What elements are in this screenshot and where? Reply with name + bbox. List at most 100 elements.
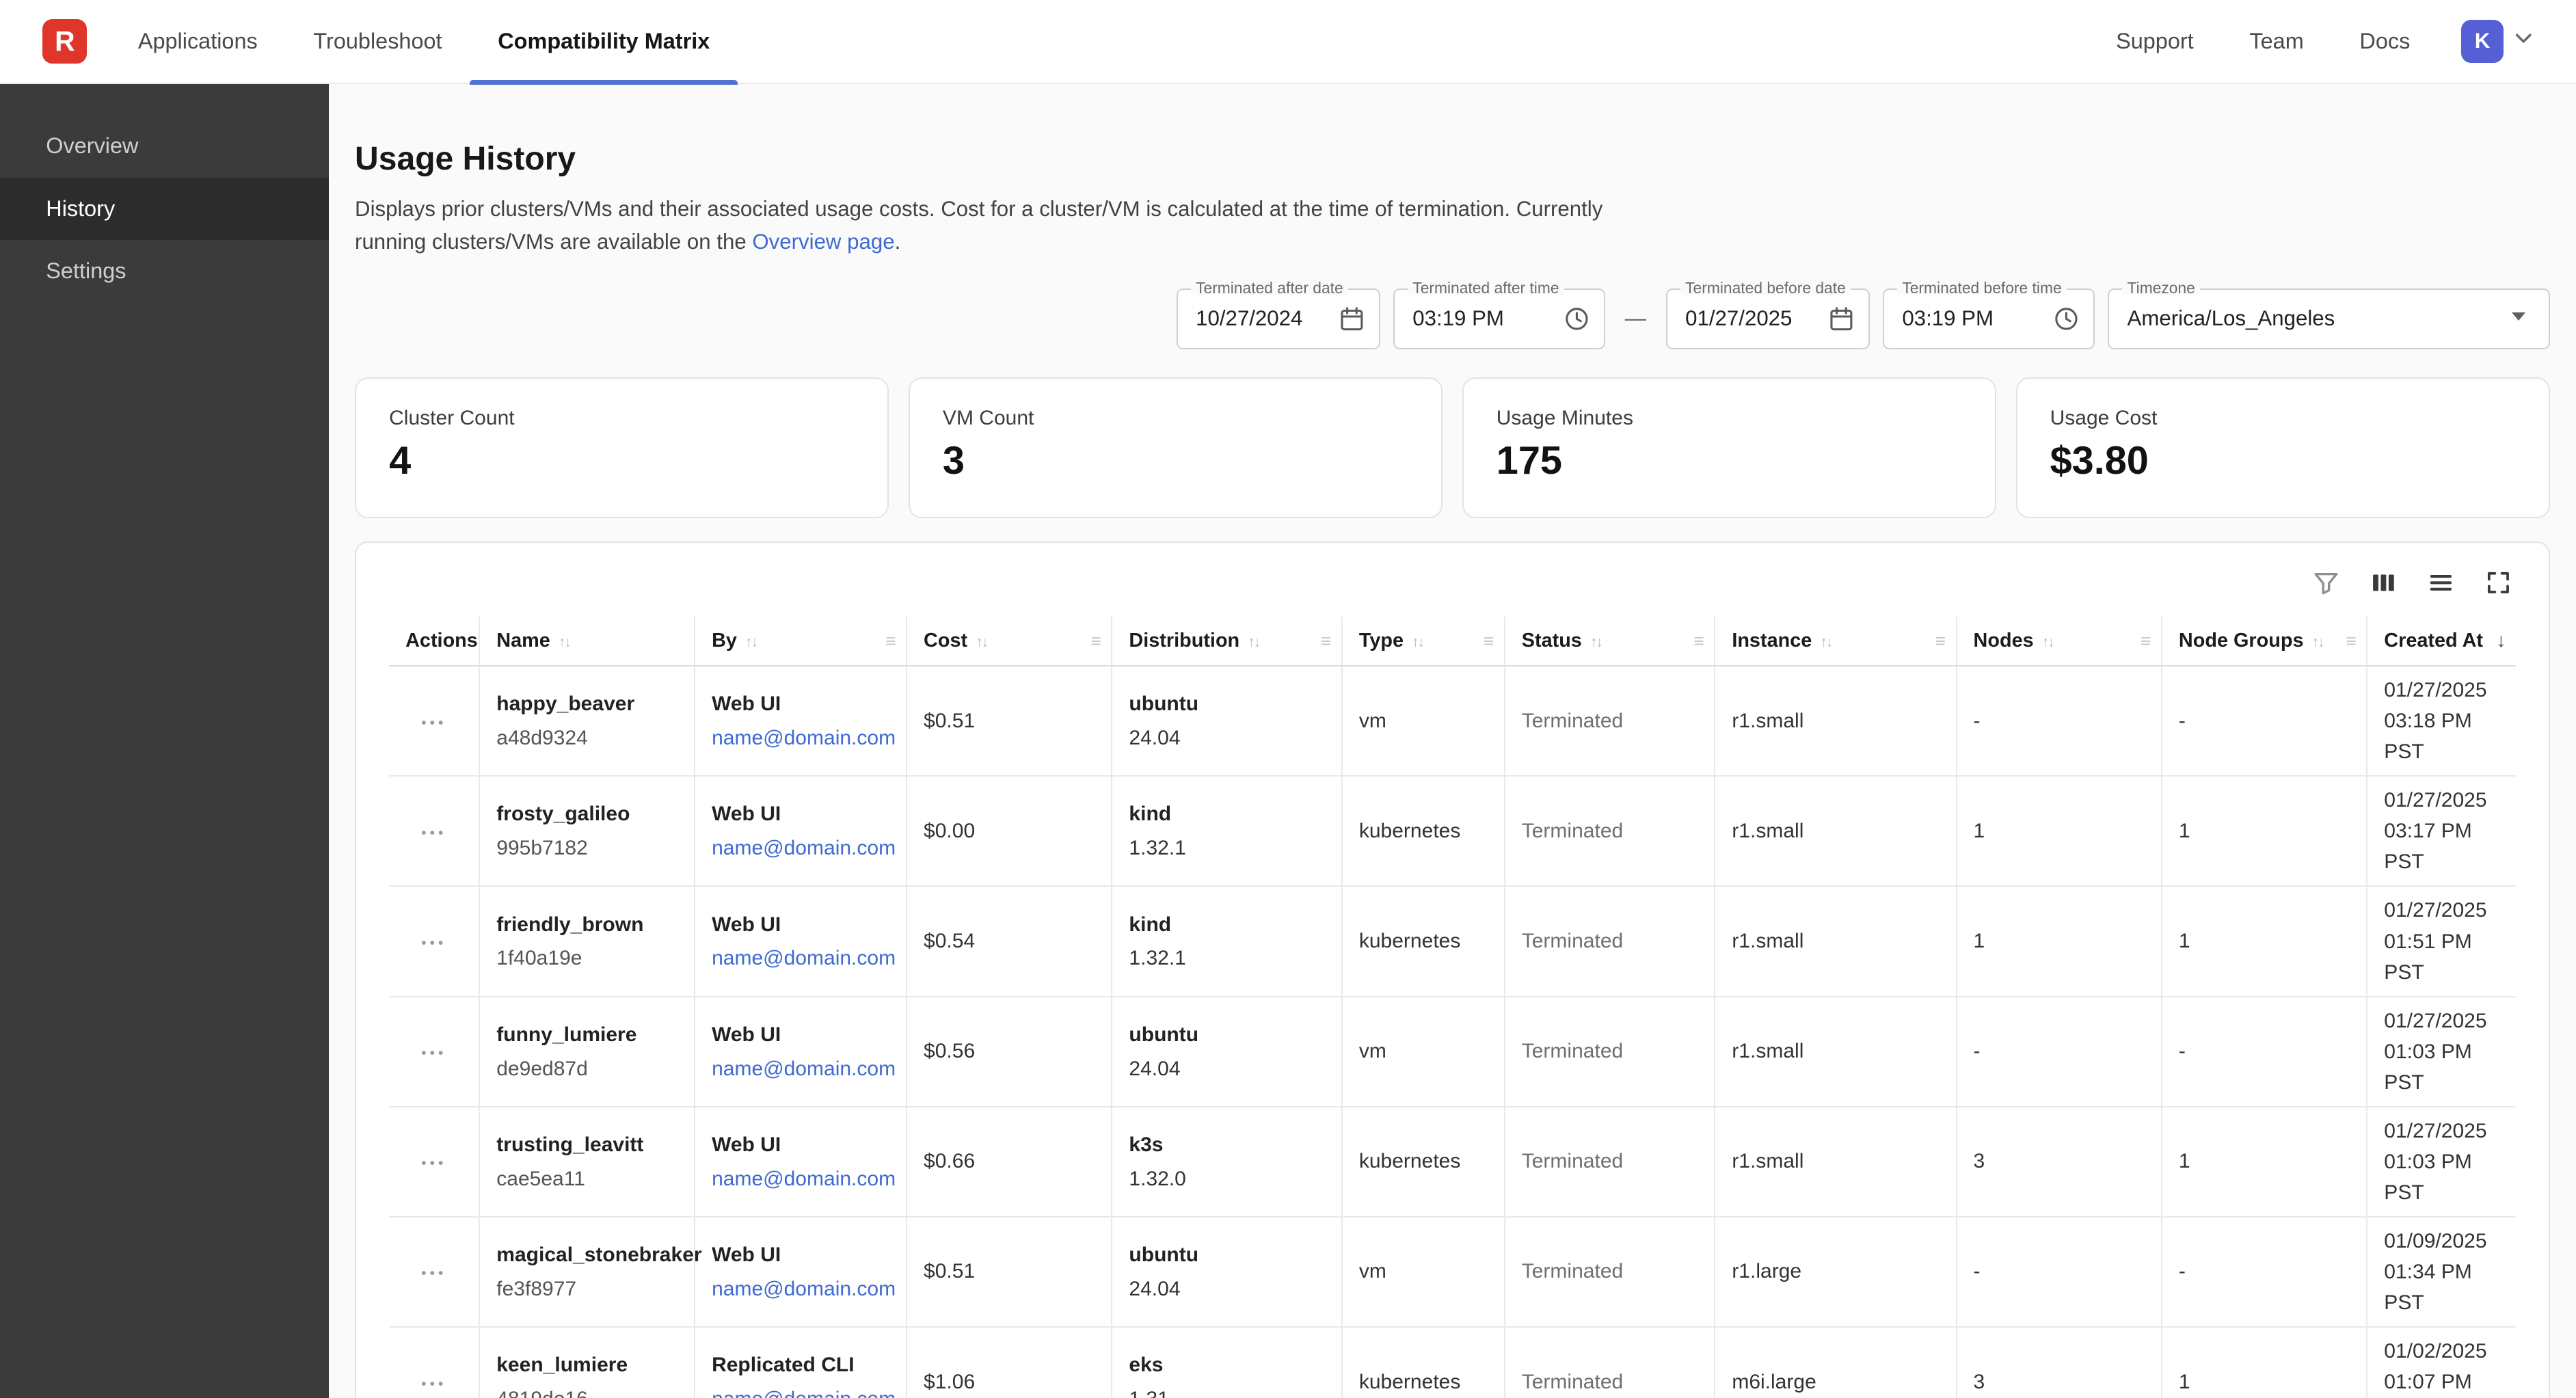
terminated-before-time-value[interactable]: 03:19 PM xyxy=(1902,306,2042,331)
stat-label: Usage Cost xyxy=(2050,407,2516,430)
calendar-icon[interactable] xyxy=(1338,305,1366,333)
created-time: 01:03 PM PST xyxy=(2384,1036,2499,1098)
nodes-value: 1 xyxy=(1957,776,2162,886)
table-toolbar xyxy=(389,556,2515,617)
terminated-after-date-field[interactable]: Terminated after date 10/27/2024 xyxy=(1177,288,1380,349)
sort-desc-icon[interactable]: ↓ xyxy=(2496,630,2506,651)
sort-icon[interactable]: ↑↓ xyxy=(2312,633,2324,650)
row-actions-button[interactable]: ••• xyxy=(421,1264,446,1282)
column-menu-icon[interactable]: ≡ xyxy=(2141,630,2151,651)
row-actions-button[interactable]: ••• xyxy=(421,1154,446,1172)
nav-item-troubleshoot[interactable]: Troubleshoot xyxy=(286,0,470,83)
status-value: Terminated xyxy=(1505,666,1715,776)
creator-email-link[interactable]: name@domain.com xyxy=(712,943,896,973)
cost-value: $0.54 xyxy=(907,886,1112,996)
page-title: Usage History xyxy=(355,139,2550,178)
column-header-name[interactable]: Name↑↓ xyxy=(479,617,695,666)
density-icon[interactable] xyxy=(2427,569,2455,597)
created-by: Web UI xyxy=(712,909,889,940)
sort-icon[interactable]: ↑↓ xyxy=(1590,633,1602,650)
replicated-logo[interactable]: R xyxy=(42,19,87,64)
creator-email-link[interactable]: name@domain.com xyxy=(712,1164,896,1194)
sort-icon[interactable]: ↑↓ xyxy=(1412,633,1423,650)
timezone-value[interactable]: America/Los_Angeles xyxy=(2128,306,2493,331)
status-value: Terminated xyxy=(1505,1217,1715,1327)
row-actions-button[interactable]: ••• xyxy=(421,824,446,842)
distribution-version: 1.32.1 xyxy=(1129,833,1324,863)
terminated-before-time-field[interactable]: Terminated before time 03:19 PM xyxy=(1883,288,2095,349)
terminated-before-date-value[interactable]: 01/27/2025 xyxy=(1685,306,1817,331)
timezone-select[interactable]: Timezone America/Los_Angeles xyxy=(2108,288,2549,349)
sidebar-item-overview[interactable]: Overview xyxy=(0,115,329,177)
dropdown-arrow-icon[interactable] xyxy=(2502,299,2535,338)
sort-icon[interactable]: ↑↓ xyxy=(559,633,570,650)
row-actions-button[interactable]: ••• xyxy=(421,1375,446,1393)
clock-icon[interactable] xyxy=(1563,305,1591,333)
row-actions-button[interactable]: ••• xyxy=(421,934,446,952)
column-label: Node Groups xyxy=(2179,630,2304,651)
nav-item-team[interactable]: Team xyxy=(2222,0,2332,83)
terminated-after-time-field[interactable]: Terminated after time 03:19 PM xyxy=(1393,288,1605,349)
created-time: 01:34 PM PST xyxy=(2384,1256,2499,1318)
column-header-distribution[interactable]: Distribution↑↓≡ xyxy=(1112,617,1341,666)
column-header-nodes[interactable]: Nodes↑↓≡ xyxy=(1957,617,2162,666)
overview-page-link[interactable]: Overview page xyxy=(752,230,894,254)
sort-icon[interactable]: ↑↓ xyxy=(745,633,757,650)
row-actions-button[interactable]: ••• xyxy=(421,714,446,731)
stat-value: $3.80 xyxy=(2050,438,2516,483)
sort-icon[interactable]: ↑↓ xyxy=(1248,633,1259,650)
column-menu-icon[interactable]: ≡ xyxy=(2346,630,2356,651)
sort-icon[interactable]: ↑↓ xyxy=(1820,633,1832,650)
status-value: Terminated xyxy=(1505,886,1715,996)
cluster-name: friendly_brown xyxy=(496,909,677,940)
column-label: Instance xyxy=(1732,630,1812,651)
column-menu-icon[interactable]: ≡ xyxy=(1321,630,1331,651)
terminated-after-date-value[interactable]: 10/27/2024 xyxy=(1196,306,1328,331)
sort-icon[interactable]: ↑↓ xyxy=(2042,633,2054,650)
creator-email-link[interactable]: name@domain.com xyxy=(712,833,896,863)
column-header-type[interactable]: Type↑↓≡ xyxy=(1342,617,1505,666)
column-header-by[interactable]: By↑↓≡ xyxy=(695,617,907,666)
fullscreen-icon[interactable] xyxy=(2484,569,2512,597)
column-header-status[interactable]: Status↑↓≡ xyxy=(1505,617,1715,666)
column-menu-icon[interactable]: ≡ xyxy=(1935,630,1946,651)
sort-icon[interactable]: ↑↓ xyxy=(976,633,987,650)
sidebar: Overview History Settings xyxy=(0,84,329,1398)
nav-item-support[interactable]: Support xyxy=(2088,0,2221,83)
creator-email-link[interactable]: name@domain.com xyxy=(712,1274,896,1304)
filter-icon[interactable] xyxy=(2312,569,2340,597)
clock-icon[interactable] xyxy=(2052,305,2080,333)
column-header-node-groups[interactable]: Node Groups ↑↓ ≡ xyxy=(2162,617,2367,666)
distribution-version: 24.04 xyxy=(1129,1274,1324,1304)
row-actions-button[interactable]: ••• xyxy=(421,1044,446,1062)
column-header-instance[interactable]: Instance ↑↓ ≡ xyxy=(1715,617,1956,666)
column-menu-icon[interactable]: ≡ xyxy=(885,630,896,651)
column-header-created-at[interactable]: Created At↓ xyxy=(2367,617,2515,666)
columns-icon[interactable] xyxy=(2370,569,2398,597)
distribution-name: kind xyxy=(1129,798,1324,829)
sidebar-item-history[interactable]: History xyxy=(0,178,329,240)
creator-email-link[interactable]: name@domain.com xyxy=(712,723,896,753)
user-menu[interactable]: K xyxy=(2461,20,2537,62)
cost-value: $0.00 xyxy=(907,776,1112,886)
distribution-name: kind xyxy=(1129,909,1324,940)
creator-email-link[interactable]: name@domain.com xyxy=(712,1053,896,1084)
avatar[interactable]: K xyxy=(2461,20,2504,62)
column-header-cost[interactable]: Cost↑↓≡ xyxy=(907,617,1112,666)
calendar-icon[interactable] xyxy=(1827,305,1855,333)
node-groups-value: - xyxy=(2162,1217,2367,1327)
stat-card-cluster-count: Cluster Count 4 xyxy=(355,377,889,519)
terminated-before-date-field[interactable]: Terminated before date 01/27/2025 xyxy=(1666,288,1870,349)
nav-item-compatibility-matrix[interactable]: Compatibility Matrix xyxy=(470,0,738,83)
terminated-after-time-value[interactable]: 03:19 PM xyxy=(1412,306,1553,331)
nav-item-applications[interactable]: Applications xyxy=(110,0,286,83)
sidebar-item-settings[interactable]: Settings xyxy=(0,240,329,302)
column-menu-icon[interactable]: ≡ xyxy=(1484,630,1494,651)
column-menu-icon[interactable]: ≡ xyxy=(1693,630,1704,651)
nav-item-docs[interactable]: Docs xyxy=(2332,0,2439,83)
terminated-before-time-label: Terminated before time xyxy=(1897,280,2067,296)
column-menu-icon[interactable]: ≡ xyxy=(1091,630,1101,651)
created-time: 03:18 PM PST xyxy=(2384,705,2499,767)
creator-email-link[interactable]: name@domain.com xyxy=(712,1384,896,1398)
created-by: Web UI xyxy=(712,798,889,829)
